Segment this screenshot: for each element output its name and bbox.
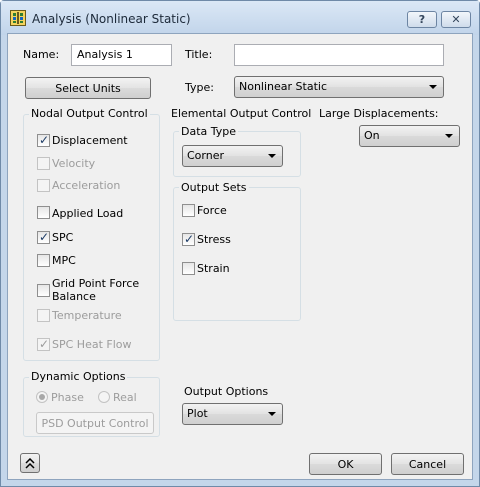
data-type-select-value: Corner — [187, 149, 225, 162]
name-label: Name: — [23, 48, 60, 61]
spc-heat-flow-label: SPC Heat Flow — [52, 338, 132, 351]
large-displacements-value: On — [364, 129, 380, 142]
close-button[interactable]: ✕ — [441, 11, 471, 28]
output-options-value: Plot — [187, 407, 208, 420]
force-label: Force — [197, 204, 227, 217]
velocity-label: Velocity — [52, 157, 96, 170]
window-title: Analysis (Nonlinear Static) — [32, 12, 191, 26]
output-options-select[interactable]: Plot — [182, 403, 283, 425]
stress-checkbox[interactable]: ✓ — [182, 232, 195, 246]
data-type-select[interactable]: Corner — [182, 145, 283, 167]
title-bar[interactable]: Analysis (Nonlinear Static) ? ✕ — [1, 1, 479, 35]
cancel-button[interactable]: Cancel — [391, 453, 464, 475]
title-input[interactable] — [234, 44, 444, 66]
strain-label: Strain — [197, 262, 230, 275]
chevron-down-icon — [268, 154, 276, 158]
spc-heat-flow-checkbox[interactable]: ✓ — [37, 337, 50, 351]
ok-button[interactable]: OK — [309, 453, 382, 475]
phase-radio[interactable] — [36, 391, 48, 403]
type-label: Type: — [185, 81, 214, 94]
nodal-output-label: Nodal Output Control — [29, 107, 150, 120]
spc-label: SPC — [52, 231, 74, 244]
checkmark-icon: ✓ — [39, 337, 50, 351]
temperature-checkbox[interactable] — [37, 309, 50, 322]
large-displacements-select[interactable]: On — [359, 125, 460, 147]
temperature-label: Temperature — [52, 309, 122, 322]
type-select-value: Nonlinear Static — [239, 80, 327, 93]
elemental-output-label: Elemental Output Control — [171, 107, 312, 120]
app-icon — [10, 10, 26, 26]
type-select[interactable]: Nonlinear Static — [234, 76, 444, 98]
checkmark-icon: ✓ — [39, 133, 50, 147]
chevron-down-icon — [445, 134, 453, 138]
displacement-label: Displacement — [52, 134, 128, 147]
strain-checkbox[interactable] — [182, 262, 195, 275]
applied-load-checkbox[interactable] — [37, 206, 50, 219]
psd-output-control-button[interactable]: PSD Output Control — [36, 412, 154, 434]
mpc-label: MPC — [52, 254, 76, 267]
data-type-label: Data Type — [179, 125, 239, 138]
stress-label: Stress — [197, 233, 231, 246]
help-button[interactable]: ? — [407, 11, 437, 28]
collapse-button[interactable] — [20, 453, 40, 473]
select-units-button[interactable]: Select Units — [25, 77, 151, 99]
acceleration-label: Acceleration — [52, 179, 121, 192]
phase-label: Phase — [51, 391, 84, 404]
radio-dot-icon — [39, 394, 45, 400]
dynamic-options-label: Dynamic Options — [29, 370, 128, 383]
force-checkbox[interactable] — [182, 204, 195, 217]
large-displacements-label: Large Displacements: — [319, 107, 439, 120]
real-radio[interactable] — [98, 391, 110, 403]
mpc-checkbox[interactable] — [37, 254, 50, 267]
checkmark-icon: ✓ — [184, 232, 195, 246]
real-label: Real — [113, 391, 137, 404]
dialog-body: Name: Analysis 1 Title: Select Units Typ… — [7, 33, 473, 480]
displacement-checkbox[interactable]: ✓ — [37, 133, 50, 147]
checkmark-icon: ✓ — [39, 230, 50, 244]
name-input[interactable]: Analysis 1 — [71, 44, 172, 66]
output-sets-label: Output Sets — [179, 181, 249, 194]
grid-point-force-label-line2: Balance — [52, 290, 96, 303]
acceleration-checkbox[interactable] — [37, 179, 50, 192]
chevron-down-icon — [429, 85, 437, 89]
spc-checkbox[interactable]: ✓ — [37, 230, 50, 244]
output-options-label: Output Options — [184, 385, 269, 398]
grid-point-force-label: Grid Point Force — [52, 277, 140, 290]
title-label: Title: — [185, 48, 213, 61]
chevron-down-icon — [268, 412, 276, 416]
applied-load-label: Applied Load — [52, 207, 124, 220]
grid-point-force-checkbox[interactable] — [37, 284, 50, 297]
double-chevron-up-icon — [25, 457, 35, 469]
velocity-checkbox[interactable] — [37, 157, 50, 170]
dialog-window: Analysis (Nonlinear Static) ? ✕ Name: An… — [0, 0, 480, 487]
